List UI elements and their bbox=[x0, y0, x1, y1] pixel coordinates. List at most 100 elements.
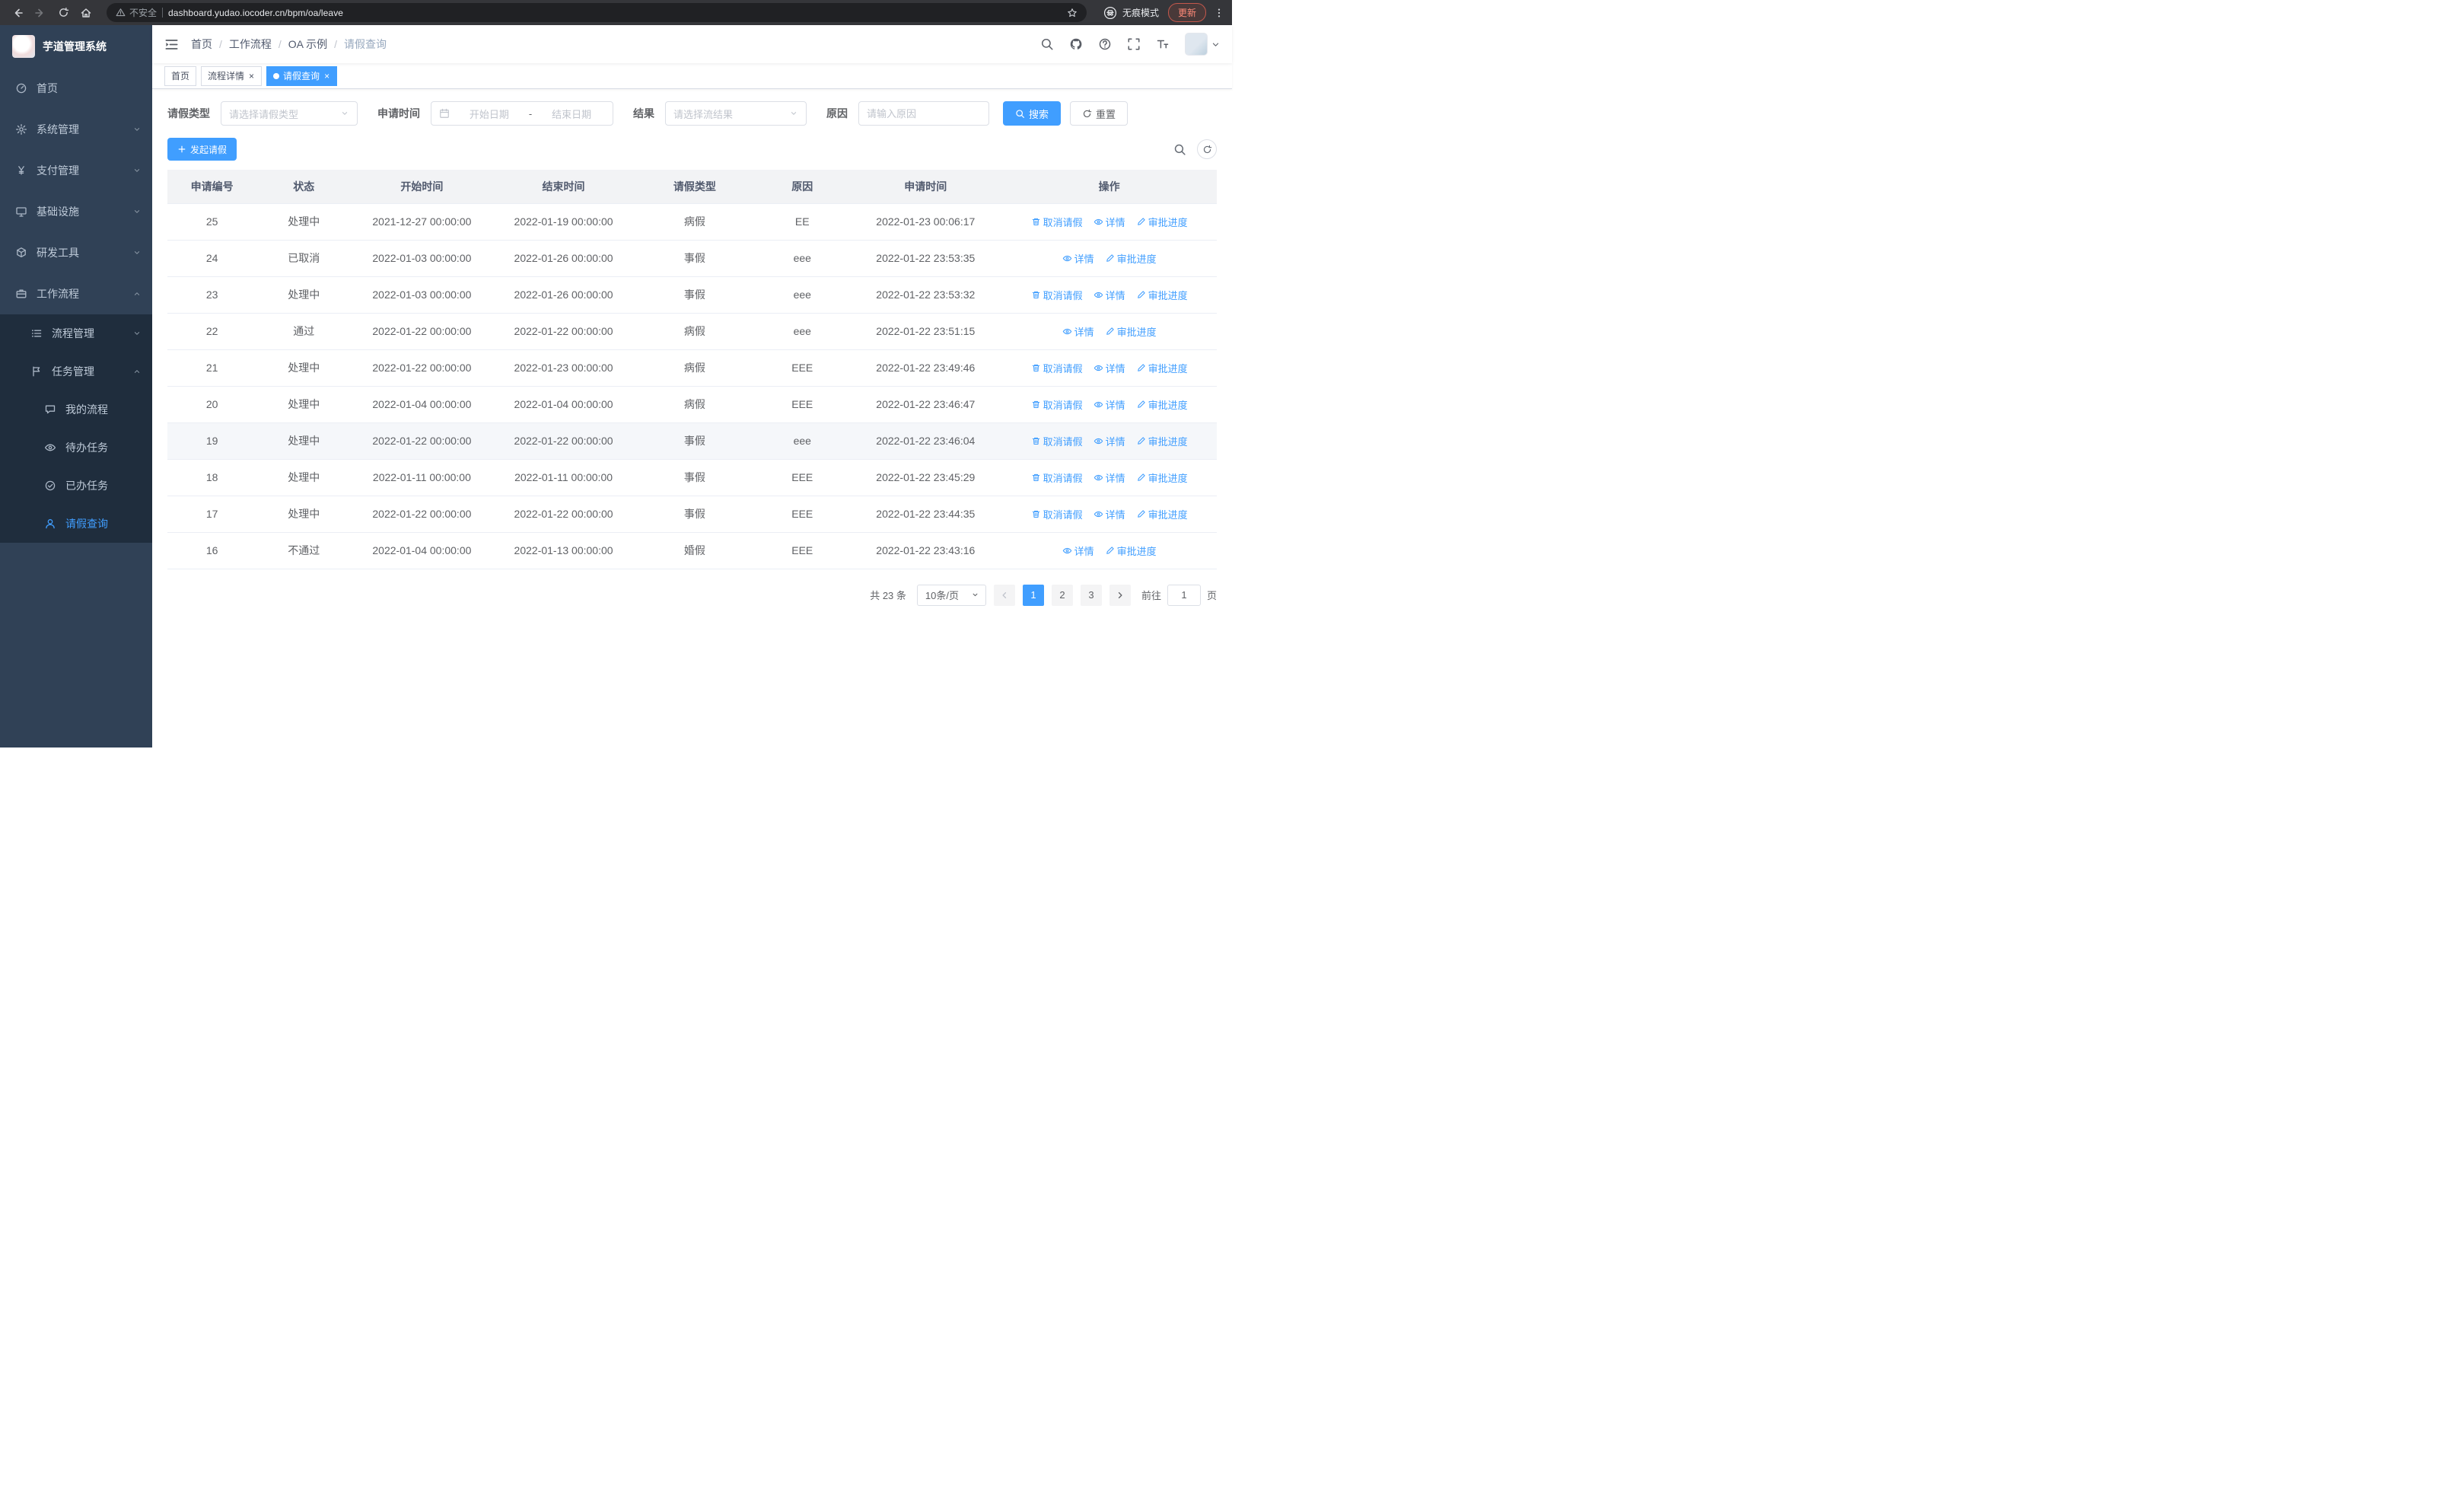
question-icon[interactable] bbox=[1098, 37, 1112, 51]
detail-link[interactable]: 详情 bbox=[1094, 397, 1125, 412]
detail-link[interactable]: 详情 bbox=[1062, 251, 1094, 266]
tab-item[interactable]: 首页 bbox=[164, 65, 197, 86]
fontsize-icon[interactable] bbox=[1156, 37, 1170, 51]
leave-type-select[interactable]: 请选择请假类型 bbox=[221, 101, 358, 126]
table-row: 25 处理中 2021-12-27 00:00:00 2022-01-19 00:00… bbox=[167, 203, 1217, 241]
refresh-table-icon[interactable] bbox=[1197, 139, 1217, 159]
approval-progress-link[interactable]: 审批进度 bbox=[1136, 215, 1188, 229]
page-size-select[interactable]: 10条/页 bbox=[916, 584, 986, 606]
sidebar-item[interactable]: 我的流程 bbox=[0, 390, 152, 429]
detail-link[interactable]: 详情 bbox=[1094, 470, 1125, 485]
cell-apply-time: 2022-01-22 23:44:35 bbox=[849, 496, 1002, 533]
approval-progress-link[interactable]: 审批进度 bbox=[1105, 543, 1157, 558]
approval-progress-link[interactable]: 审批进度 bbox=[1136, 470, 1188, 485]
goto-page-input[interactable] bbox=[1167, 584, 1201, 606]
hamburger-icon[interactable] bbox=[164, 37, 179, 52]
approval-progress-link[interactable]: 审批进度 bbox=[1136, 288, 1188, 302]
detail-link[interactable]: 详情 bbox=[1062, 324, 1094, 339]
sidebar-item[interactable]: 待办任务 bbox=[0, 429, 152, 467]
cell-operations: 取消请假 详情 审批进度 bbox=[1001, 496, 1217, 533]
breadcrumb-item[interactable]: 首页 bbox=[191, 37, 212, 52]
sidebar-logo[interactable]: 芋道管理系统 bbox=[0, 25, 152, 68]
cancel-leave-link-label: 取消请假 bbox=[1043, 472, 1083, 484]
approval-progress-link[interactable]: 审批进度 bbox=[1136, 397, 1188, 412]
create-leave-button[interactable]: 发起请假 bbox=[167, 138, 237, 161]
page-number-button[interactable]: 1 bbox=[1022, 584, 1044, 606]
cancel-leave-link[interactable]: 取消请假 bbox=[1031, 470, 1083, 485]
security-warning[interactable]: 不安全 bbox=[116, 6, 157, 19]
tab-close-icon[interactable]: × bbox=[248, 72, 255, 81]
reset-button[interactable]: 重置 bbox=[1070, 101, 1129, 126]
sidebar-item[interactable]: 基础设施 bbox=[0, 191, 152, 232]
cancel-leave-link[interactable]: 取消请假 bbox=[1031, 507, 1083, 521]
detail-link[interactable]: 详情 bbox=[1094, 361, 1125, 375]
cancel-leave-link[interactable]: 取消请假 bbox=[1031, 434, 1083, 448]
tab-close-icon[interactable]: × bbox=[323, 72, 330, 81]
table-row: 21 处理中 2022-01-22 00:00:00 2022-01-23 00:00… bbox=[167, 349, 1217, 387]
sidebar-item[interactable]: 请假查询 bbox=[0, 505, 152, 543]
detail-link[interactable]: 详情 bbox=[1094, 507, 1125, 521]
page-number-button[interactable]: 2 bbox=[1051, 584, 1073, 606]
address-bar[interactable]: 不安全 dashboard.yudao.iocoder.cn/bpm/oa/le… bbox=[107, 3, 1087, 22]
breadcrumb: 首页 / 工作流程 / OA 示例 / 请假查询 bbox=[191, 37, 387, 52]
date-range-picker[interactable]: 开始日期 - 结束日期 bbox=[431, 101, 613, 126]
cancel-leave-link[interactable]: 取消请假 bbox=[1031, 215, 1083, 229]
cancel-leave-link[interactable]: 取消请假 bbox=[1031, 361, 1083, 375]
detail-link[interactable]: 详情 bbox=[1094, 215, 1125, 229]
reason-input[interactable] bbox=[867, 107, 981, 120]
bookmark-star-icon[interactable] bbox=[1067, 8, 1078, 18]
sidebar-item[interactable]: 任务管理 bbox=[0, 352, 152, 390]
prev-page-button[interactable] bbox=[993, 584, 1015, 606]
pen-icon bbox=[1136, 290, 1146, 300]
cell-leave-type: 事假 bbox=[634, 496, 756, 533]
sidebar-item[interactable]: 支付管理 bbox=[0, 150, 152, 191]
browser-menu-icon[interactable] bbox=[1214, 8, 1224, 18]
approval-progress-link[interactable]: 审批进度 bbox=[1136, 507, 1188, 521]
result-select[interactable]: 请选择流结果 bbox=[665, 101, 807, 126]
next-page-button[interactable] bbox=[1109, 584, 1131, 606]
approval-progress-link[interactable]: 审批进度 bbox=[1105, 251, 1157, 266]
sidebar-item[interactable]: 系统管理 bbox=[0, 109, 152, 150]
browser-forward-button[interactable] bbox=[30, 3, 50, 23]
browser-home-button[interactable] bbox=[76, 3, 96, 23]
search-icon[interactable] bbox=[1040, 37, 1054, 51]
approval-progress-link[interactable]: 审批进度 bbox=[1136, 434, 1188, 448]
sidebar-item[interactable]: 已办任务 bbox=[0, 467, 152, 505]
breadcrumb-item[interactable]: 工作流程 bbox=[229, 37, 272, 52]
sidebar-item[interactable]: 工作流程 bbox=[0, 273, 152, 314]
result-placeholder: 请选择流结果 bbox=[673, 108, 734, 120]
tab-active[interactable]: 请假查询 × bbox=[266, 65, 338, 86]
cell-reason: EEE bbox=[755, 496, 850, 533]
fullscreen-icon[interactable] bbox=[1127, 37, 1141, 51]
browser-reload-button[interactable] bbox=[53, 3, 73, 23]
detail-link-label: 详情 bbox=[1105, 362, 1125, 375]
page-content: 请假类型 请选择请假类型 申请时间 开始日期 - 结束日期 结果 请选择流结果 … bbox=[152, 89, 1232, 748]
page-number-button[interactable]: 3 bbox=[1080, 584, 1102, 606]
cell-start-time: 2022-01-22 00:00:00 bbox=[351, 496, 493, 533]
cancel-leave-link[interactable]: 取消请假 bbox=[1031, 288, 1083, 302]
search-button[interactable]: 搜索 bbox=[1003, 101, 1062, 126]
trash-icon bbox=[1031, 509, 1041, 519]
cell-operations: 详情 审批进度 bbox=[1001, 532, 1217, 569]
sidebar-item[interactable]: 首页 bbox=[0, 68, 152, 109]
detail-link[interactable]: 详情 bbox=[1094, 288, 1125, 302]
user-menu[interactable] bbox=[1185, 33, 1220, 56]
tab-item[interactable]: 流程详情 × bbox=[201, 65, 263, 86]
breadcrumb-item[interactable]: OA 示例 bbox=[288, 37, 327, 52]
browser-back-button[interactable] bbox=[8, 3, 27, 23]
cancel-leave-link[interactable]: 取消请假 bbox=[1031, 397, 1083, 412]
table-row: 17 处理中 2022-01-22 00:00:00 2022-01-22 00:00… bbox=[167, 496, 1217, 533]
browser-update-button[interactable]: 更新 bbox=[1167, 3, 1206, 22]
sidebar-item[interactable]: 流程管理 bbox=[0, 314, 152, 352]
github-icon[interactable] bbox=[1069, 37, 1083, 51]
eye-icon bbox=[1094, 290, 1103, 300]
approval-progress-link-label: 审批进度 bbox=[1148, 508, 1188, 521]
detail-link[interactable]: 详情 bbox=[1062, 543, 1094, 558]
approval-progress-link[interactable]: 审批进度 bbox=[1105, 324, 1157, 339]
approval-progress-link[interactable]: 审批进度 bbox=[1136, 361, 1188, 375]
cell-status: 处理中 bbox=[256, 459, 352, 496]
sidebar-item[interactable]: 研发工具 bbox=[0, 232, 152, 273]
detail-link-label: 详情 bbox=[1105, 216, 1125, 228]
detail-link[interactable]: 详情 bbox=[1094, 434, 1125, 448]
toggle-search-icon[interactable] bbox=[1173, 143, 1186, 156]
